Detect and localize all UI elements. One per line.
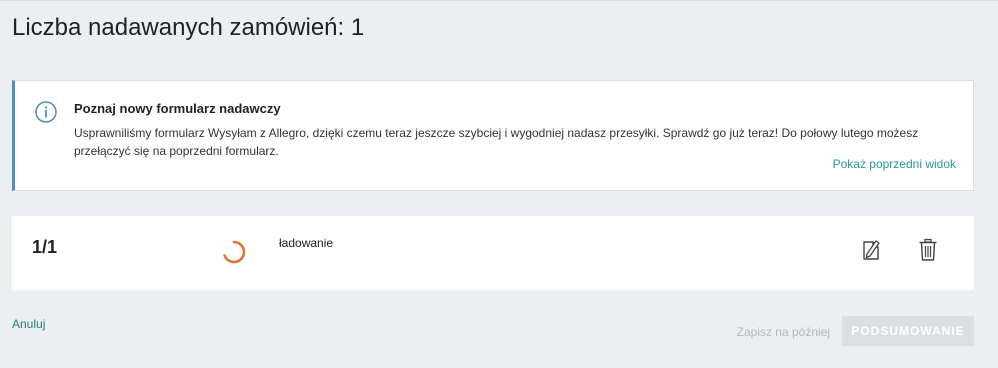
show-previous-view-link[interactable]: Pokaż poprzedni widok: [833, 157, 956, 171]
info-banner-title: Poznaj nowy formularz nadawczy: [74, 101, 281, 116]
info-banner: Poznaj nowy formularz nadawczy Usprawnil…: [12, 80, 974, 191]
page-title: Liczba nadawanych zamówień: 1: [12, 14, 365, 41]
info-icon: [34, 100, 58, 124]
order-card: 1/1 ładowanie: [12, 216, 974, 290]
loading-status-text: ładowanie: [279, 236, 334, 250]
cancel-link[interactable]: Anuluj: [12, 317, 45, 331]
save-for-later-link[interactable]: Zapisz na później: [737, 325, 830, 339]
edit-document-icon[interactable]: [861, 238, 883, 262]
loading-spinner-icon: [222, 240, 246, 264]
summary-button[interactable]: PODSUMOWANIE: [842, 316, 974, 346]
top-divider: [0, 0, 998, 1]
trash-icon[interactable]: [918, 238, 938, 262]
info-banner-text: Usprawniliśmy formularz Wysyłam z Allegr…: [74, 126, 919, 158]
order-counter: 1/1: [32, 237, 58, 257]
